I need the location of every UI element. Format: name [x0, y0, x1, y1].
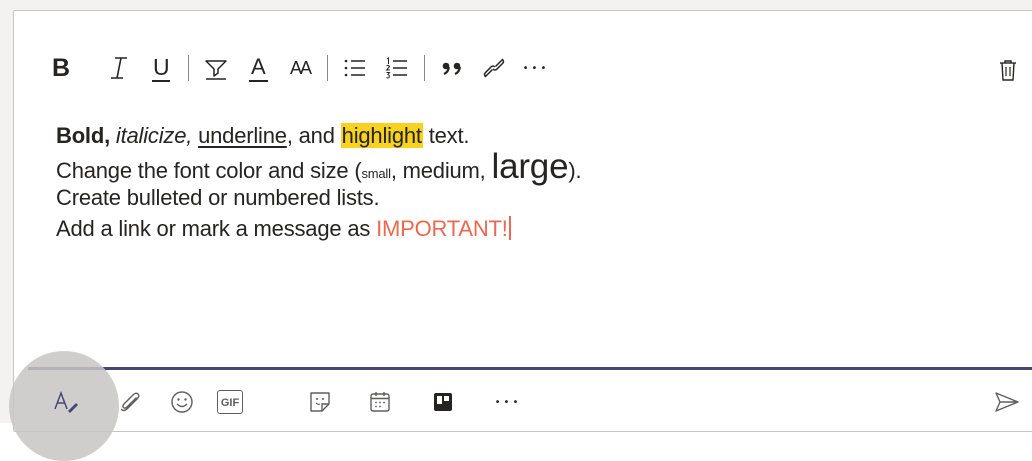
gif-button[interactable]: GIF	[212, 386, 248, 418]
paperclip-icon	[120, 392, 140, 412]
more-format-options-button[interactable]: •••	[515, 48, 557, 88]
underline-button[interactable]: U	[140, 48, 182, 88]
plain-text: , medium,	[390, 158, 492, 183]
italic-text: italicize,	[115, 123, 193, 148]
bold-text: Bold,	[56, 123, 110, 148]
link-icon	[483, 58, 505, 78]
composer-focus-divider	[28, 367, 1032, 370]
plain-text: text.	[422, 123, 470, 148]
italic-icon	[111, 57, 127, 79]
message-editor[interactable]: Bold, italicize, underline, and highligh…	[56, 120, 956, 244]
numbered-list-icon	[385, 57, 407, 79]
font-size-button[interactable]: AA	[279, 48, 321, 88]
insert-link-button[interactable]	[473, 48, 515, 88]
send-icon	[995, 392, 1019, 412]
compose-actions-toolbar: GIF •••	[0, 351, 1032, 461]
editor-line-3: Create bulleted or numbered lists.	[56, 185, 380, 210]
trash-icon	[1000, 60, 1016, 81]
schedule-meeting-button[interactable]	[362, 386, 398, 418]
formatting-toolbar: B U A AA •••	[40, 48, 557, 88]
plain-text: Add a link or mark a message as	[56, 216, 377, 241]
more-actions-button[interactable]: •••	[490, 386, 526, 418]
plain-text: Change the font color and size (	[56, 158, 362, 183]
gif-icon: GIF	[216, 390, 244, 414]
bold-icon: B	[51, 53, 71, 82]
toolbar-separator	[327, 55, 328, 81]
bulleted-list-icon	[344, 59, 365, 77]
italic-button[interactable]	[98, 48, 140, 88]
gif-label: GIF	[220, 397, 240, 409]
highlight-button[interactable]	[195, 48, 237, 88]
large-text: large	[491, 147, 569, 186]
font-color-glyph: A	[251, 54, 266, 79]
quote-icon	[442, 62, 461, 76]
bold-button[interactable]: B	[40, 48, 82, 88]
font-size-icon: AA	[289, 57, 312, 78]
text-caret	[508, 216, 511, 240]
underline-glyph: U	[153, 54, 170, 80]
toolbar-separator	[188, 55, 189, 81]
sticker-icon	[310, 392, 330, 412]
highlighted-text: highlight	[340, 123, 423, 148]
format-button[interactable]	[48, 386, 84, 418]
more-horizontal-icon: •••	[522, 62, 550, 74]
highlighter-icon	[205, 60, 227, 80]
editor-line-2: Change the font color and size (small, m…	[56, 149, 956, 184]
numbered-list-button[interactable]	[376, 48, 418, 88]
send-button[interactable]	[987, 386, 1027, 418]
format-pen-icon	[54, 390, 78, 413]
praise-button[interactable]	[425, 386, 461, 418]
font-color-button[interactable]: A	[237, 48, 279, 88]
toolbar-separator	[424, 55, 425, 81]
quote-button[interactable]	[431, 48, 473, 88]
emoji-button[interactable]	[164, 386, 200, 418]
editor-line-4: Add a link or mark a message as IMPORTAN…	[56, 213, 956, 244]
more-horizontal-icon: •••	[494, 396, 522, 408]
attach-button[interactable]	[112, 386, 148, 418]
discard-button[interactable]	[988, 50, 1028, 90]
plain-text: , and	[286, 123, 341, 148]
important-text: IMPORTANT!	[376, 216, 508, 241]
underline-text: underline	[198, 123, 287, 148]
small-text: small	[361, 166, 391, 181]
sticker-button[interactable]	[302, 386, 338, 418]
app-frame: B U A AA ••• Bold, italicize, underline,…	[0, 0, 1032, 461]
layout-board-icon	[434, 393, 452, 411]
underline-icon: U	[150, 54, 172, 82]
smiley-icon	[171, 391, 193, 413]
plain-text: ).	[568, 158, 582, 183]
bulleted-list-button[interactable]	[334, 48, 376, 88]
font-color-icon: A	[248, 54, 268, 82]
calendar-icon	[370, 392, 390, 412]
